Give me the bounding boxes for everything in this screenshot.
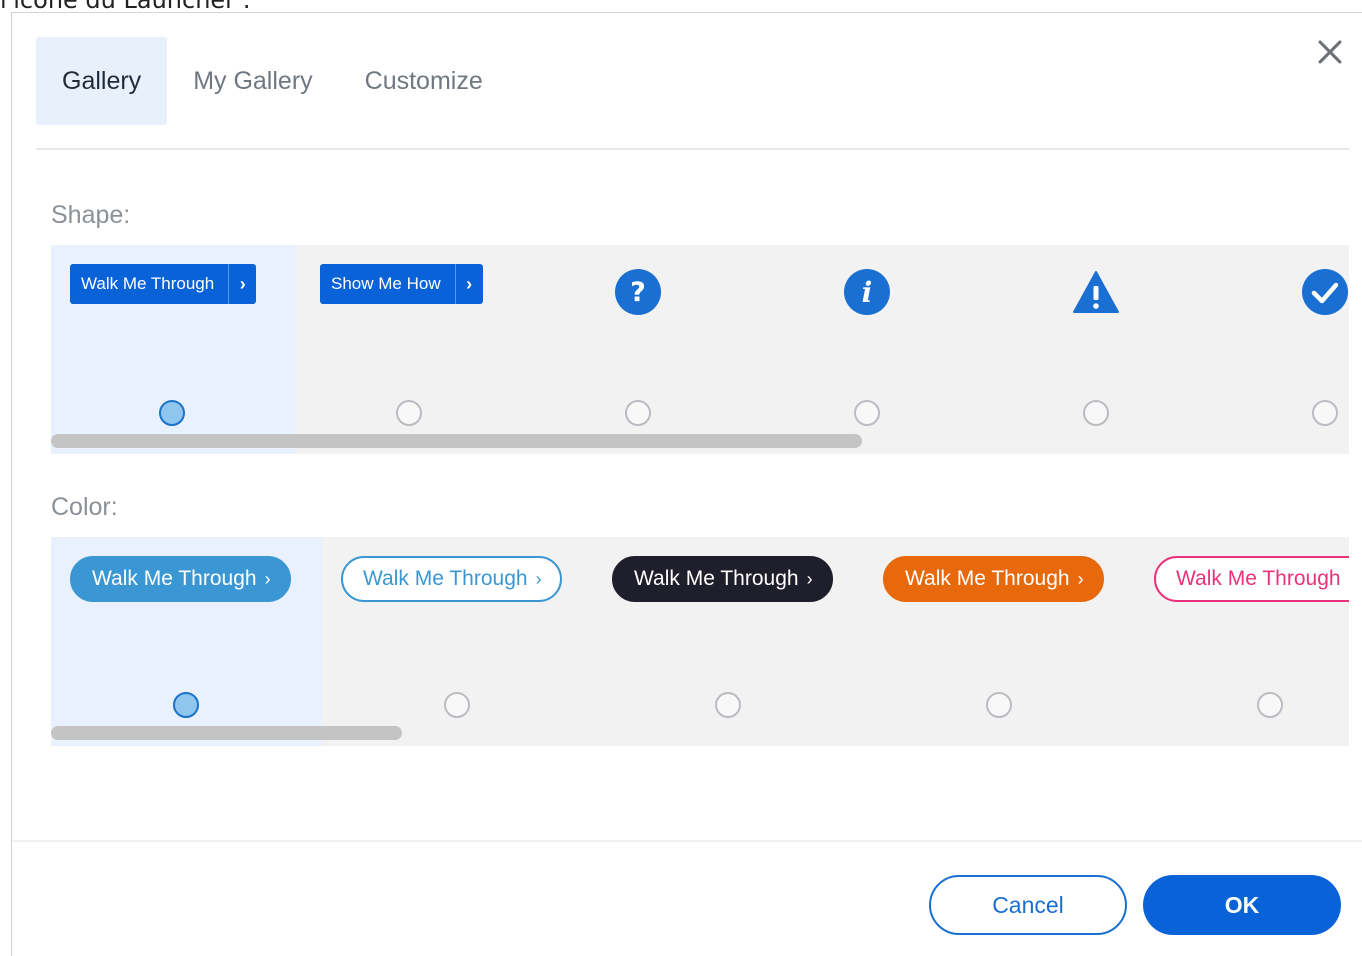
ok-button[interactable]: OK (1143, 875, 1341, 935)
color-radio-1[interactable] (173, 692, 199, 718)
warning-triangle-icon[interactable] (1072, 268, 1120, 316)
color-strip-scrollbar[interactable] (51, 726, 402, 740)
shape-option-label: Show Me How (331, 274, 441, 293)
cancel-button[interactable]: Cancel (929, 875, 1127, 935)
launcher-gallery-dialog: Gallery My Gallery Customize Shape: Walk… (11, 12, 1362, 956)
close-button[interactable] (1313, 35, 1347, 69)
chevron-right-icon: › (264, 568, 271, 589)
chevron-right-icon: › (454, 264, 483, 304)
shape-radio-2[interactable] (396, 400, 422, 426)
tab-my-gallery[interactable]: My Gallery (167, 37, 338, 125)
shape-options-strip: Walk Me Through › Show Me How › ? i (51, 245, 1349, 454)
footer-divider (12, 840, 1362, 842)
color-option-pink-outline[interactable]: Walk Me Through › (1154, 556, 1349, 602)
color-option-blue-solid[interactable]: Walk Me Through › (70, 556, 291, 602)
color-section-label: Color: (51, 493, 118, 521)
shape-radio-4[interactable] (854, 400, 880, 426)
chevron-right-icon: › (228, 264, 256, 304)
info-circle-icon[interactable]: i (843, 268, 891, 316)
color-radio-5[interactable] (1257, 692, 1283, 718)
color-radio-3[interactable] (715, 692, 741, 718)
close-icon (1318, 40, 1342, 64)
shape-radio-5[interactable] (1083, 400, 1109, 426)
color-radio-2[interactable] (444, 692, 470, 718)
chevron-right-icon: › (1077, 568, 1084, 589)
shape-radio-3[interactable] (625, 400, 651, 426)
color-option-label: Walk Me Through (1176, 567, 1341, 590)
tab-gallery[interactable]: Gallery (36, 37, 168, 125)
svg-text:i: i (862, 276, 873, 309)
chevron-right-icon: › (535, 568, 542, 589)
tab-divider (36, 148, 1349, 150)
shape-radio-6[interactable] (1312, 400, 1338, 426)
tab-bar: Gallery My Gallery Customize (36, 37, 509, 125)
shape-option-show-me-how[interactable]: Show Me How › (320, 264, 483, 304)
color-options-strip: Walk Me Through › Walk Me Through › Walk… (51, 537, 1349, 746)
shape-radio-1[interactable] (159, 400, 185, 426)
chevron-right-icon: › (806, 568, 813, 589)
shape-strip-scrollbar[interactable] (51, 434, 862, 448)
color-option-orange-solid[interactable]: Walk Me Through › (883, 556, 1104, 602)
svg-text:?: ? (630, 277, 646, 308)
color-option-label: Walk Me Through (92, 567, 257, 590)
shape-option-label: Walk Me Through (81, 274, 215, 293)
shape-section-label: Shape: (51, 201, 131, 229)
color-option-label: Walk Me Through (905, 567, 1070, 590)
color-option-label: Walk Me Through (363, 567, 528, 590)
color-option-label: Walk Me Through (634, 567, 799, 590)
color-radio-4[interactable] (986, 692, 1012, 718)
check-circle-icon[interactable] (1301, 268, 1349, 316)
tab-customize[interactable]: Customize (339, 37, 509, 125)
color-option-blue-outline[interactable]: Walk Me Through › (341, 556, 562, 602)
color-option-dark-solid[interactable]: Walk Me Through › (612, 556, 833, 602)
shape-option-walk-me-through[interactable]: Walk Me Through › (70, 264, 257, 304)
question-circle-icon[interactable]: ? (614, 268, 662, 316)
